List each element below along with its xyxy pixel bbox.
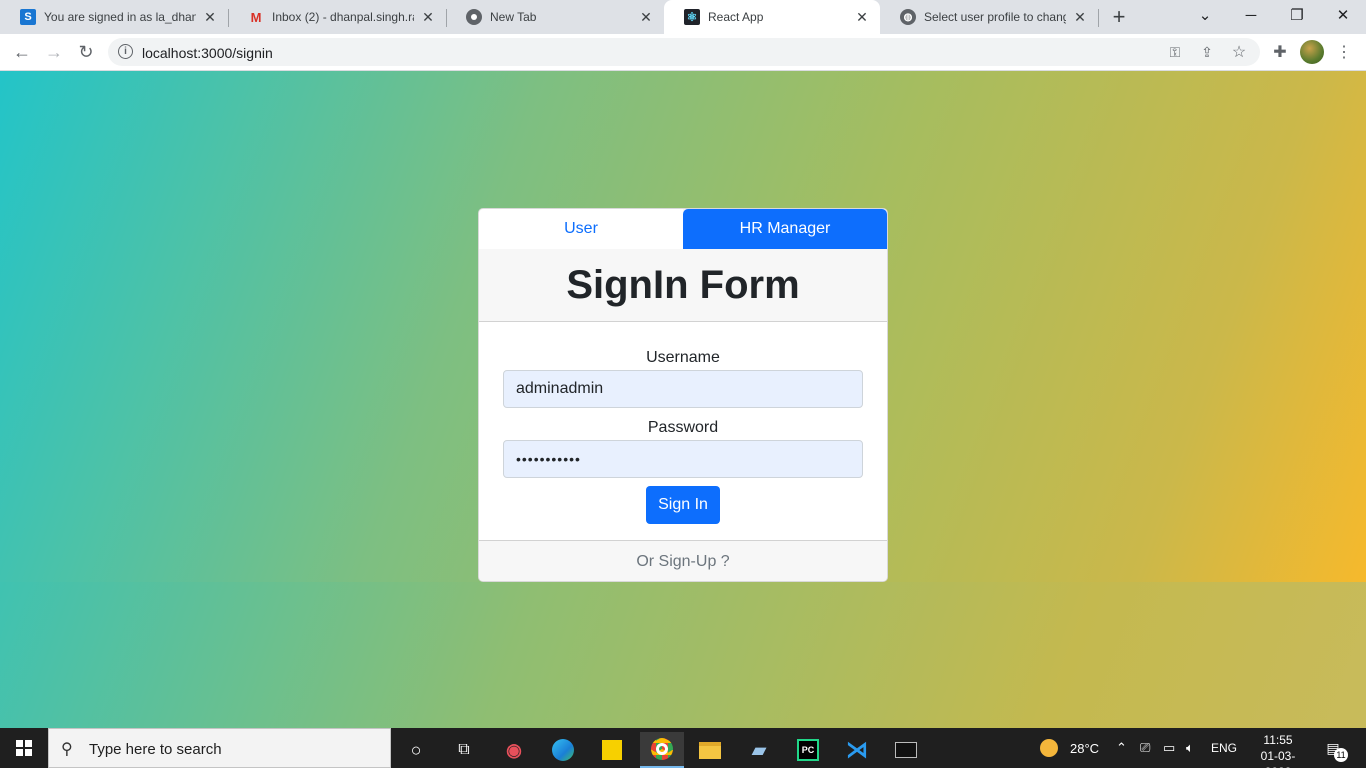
terminal-icon[interactable] — [884, 732, 928, 768]
tab-title: Inbox (2) - dhanpal.singh.rajp — [272, 10, 414, 24]
username-input[interactable] — [503, 370, 863, 408]
s-logo-icon: S — [20, 9, 36, 25]
url-text[interactable]: localhost:3000/signin — [142, 45, 273, 61]
chrome-icon — [466, 9, 482, 25]
close-icon[interactable]: ✕ — [638, 9, 654, 25]
app-red-icon[interactable]: ◉ — [492, 732, 536, 768]
browser-tab-2[interactable]: M Inbox (2) - dhanpal.singh.rajp ✕ — [228, 0, 446, 34]
extensions-puzzle-icon[interactable]: ✚ — [1266, 38, 1294, 66]
profile-avatar[interactable] — [1300, 40, 1324, 64]
windows-logo-icon — [16, 740, 32, 756]
language-indicator[interactable]: ENG — [1211, 728, 1237, 768]
reload-icon[interactable]: ↻ — [72, 38, 100, 66]
browser-tab-1[interactable]: S You are signed in as la_dhanp ✕ — [0, 0, 228, 34]
password-label: Password — [647, 419, 719, 436]
sticky-notes-icon[interactable] — [590, 732, 634, 768]
pycharm-icon[interactable]: PC — [786, 732, 830, 768]
page-viewport: User HR Manager SignIn Form Username Pas… — [0, 71, 1366, 728]
tab-hr-manager[interactable]: HR Manager — [683, 209, 887, 249]
tab-title: You are signed in as la_dhanp — [44, 10, 196, 24]
new-tab-plus-icon[interactable]: + — [1106, 4, 1132, 29]
minimize-icon[interactable]: ─ — [1228, 0, 1274, 30]
volume-icon[interactable]: 🔈︎ — [1186, 728, 1194, 768]
card-footer: Or Sign-Up ? — [479, 540, 887, 581]
browser-tab-3[interactable]: New Tab ✕ — [446, 0, 664, 34]
task-view-icon[interactable]: ⧉ — [442, 732, 486, 768]
network-device-icon[interactable]: ⎚ — [1140, 728, 1150, 768]
weather-temp: 28°C — [1070, 740, 1100, 756]
system-clock[interactable]: 11:55 01-03-2022 — [1248, 732, 1308, 768]
browser-toolbar: ← → ↻ i localhost:3000/signin ⚿ ⇪ ☆ ✚ ⋮ — [0, 34, 1366, 71]
tab-title: New Tab — [490, 10, 537, 24]
tab-search-chevron-icon[interactable]: ⌄ — [1182, 0, 1228, 30]
file-explorer-icon[interactable] — [688, 732, 732, 768]
sign-up-link[interactable]: Or Sign-Up ? — [636, 553, 729, 571]
sign-in-button[interactable]: Sign In — [646, 486, 720, 524]
vscode-icon[interactable]: ⋊ — [835, 732, 879, 768]
menu-kebab-icon[interactable]: ⋮ — [1330, 38, 1358, 66]
globe-icon: ◍ — [900, 9, 916, 25]
window-close-icon[interactable]: ✕ — [1320, 0, 1366, 30]
show-hidden-icons-chevron-icon[interactable]: ⌃ — [1116, 728, 1127, 768]
close-icon[interactable]: ✕ — [202, 9, 218, 25]
username-label: Username — [646, 349, 720, 366]
start-button[interactable] — [0, 728, 48, 768]
bookmark-star-icon[interactable]: ☆ — [1230, 43, 1248, 61]
close-icon[interactable]: ✕ — [854, 9, 870, 25]
browser-tab-4[interactable]: ⚛ React App ✕ — [664, 0, 880, 34]
sun-cloud-icon — [1040, 739, 1058, 757]
tab-separator — [1098, 9, 1099, 27]
weather-widget[interactable]: 28°C — [1040, 728, 1099, 768]
tab-title: React App — [708, 10, 764, 24]
taskbar-search[interactable]: ⚲ Type here to search — [48, 728, 391, 768]
notepad-icon[interactable]: ▰ — [737, 732, 781, 768]
edge-icon[interactable] — [541, 732, 585, 768]
browser-tab-5[interactable]: ◍ Select user profile to change ✕ — [880, 0, 1098, 34]
clock-time: 11:55 — [1263, 733, 1293, 747]
form-title: SignIn Form — [566, 262, 800, 307]
back-arrow-icon[interactable]: ← — [8, 38, 36, 66]
close-icon[interactable]: ✕ — [420, 9, 436, 25]
forward-arrow-icon[interactable]: → — [40, 38, 68, 66]
role-tabs: User HR Manager — [479, 209, 887, 249]
windows-taskbar: ⚲ Type here to search ○ ⧉ ◉ ▰ PC ⋊ 28°C … — [0, 728, 1366, 768]
notification-center-icon[interactable]: ▤ 11 — [1320, 736, 1348, 762]
password-input[interactable] — [503, 440, 863, 478]
address-bar[interactable]: i localhost:3000/signin ⚿ ⇪ ☆ — [108, 38, 1260, 66]
search-placeholder: Type here to search — [89, 741, 222, 758]
notification-badge: 11 — [1334, 748, 1348, 762]
restore-icon[interactable]: ❐ — [1274, 0, 1320, 30]
signin-card: User HR Manager SignIn Form Username Pas… — [478, 208, 888, 582]
gmail-icon: M — [250, 9, 262, 25]
close-icon[interactable]: ✕ — [1072, 9, 1088, 25]
card-header: SignIn Form — [479, 249, 887, 322]
cortana-circle-icon[interactable]: ○ — [394, 732, 438, 768]
key-icon[interactable]: ⚿ — [1166, 43, 1184, 61]
react-icon: ⚛ — [684, 9, 700, 25]
display-icon[interactable]: ▭ — [1163, 728, 1175, 768]
clock-date: 01-03-2022 — [1260, 749, 1296, 768]
site-info-icon[interactable]: i — [118, 44, 133, 59]
browser-tab-strip: S You are signed in as la_dhanp ✕ M Inbo… — [0, 0, 1366, 34]
chrome-taskbar-icon[interactable] — [640, 732, 684, 768]
share-icon[interactable]: ⇪ — [1198, 43, 1216, 61]
tab-user[interactable]: User — [479, 209, 683, 249]
tab-title: Select user profile to change — [924, 10, 1066, 24]
search-icon: ⚲ — [61, 741, 73, 758]
